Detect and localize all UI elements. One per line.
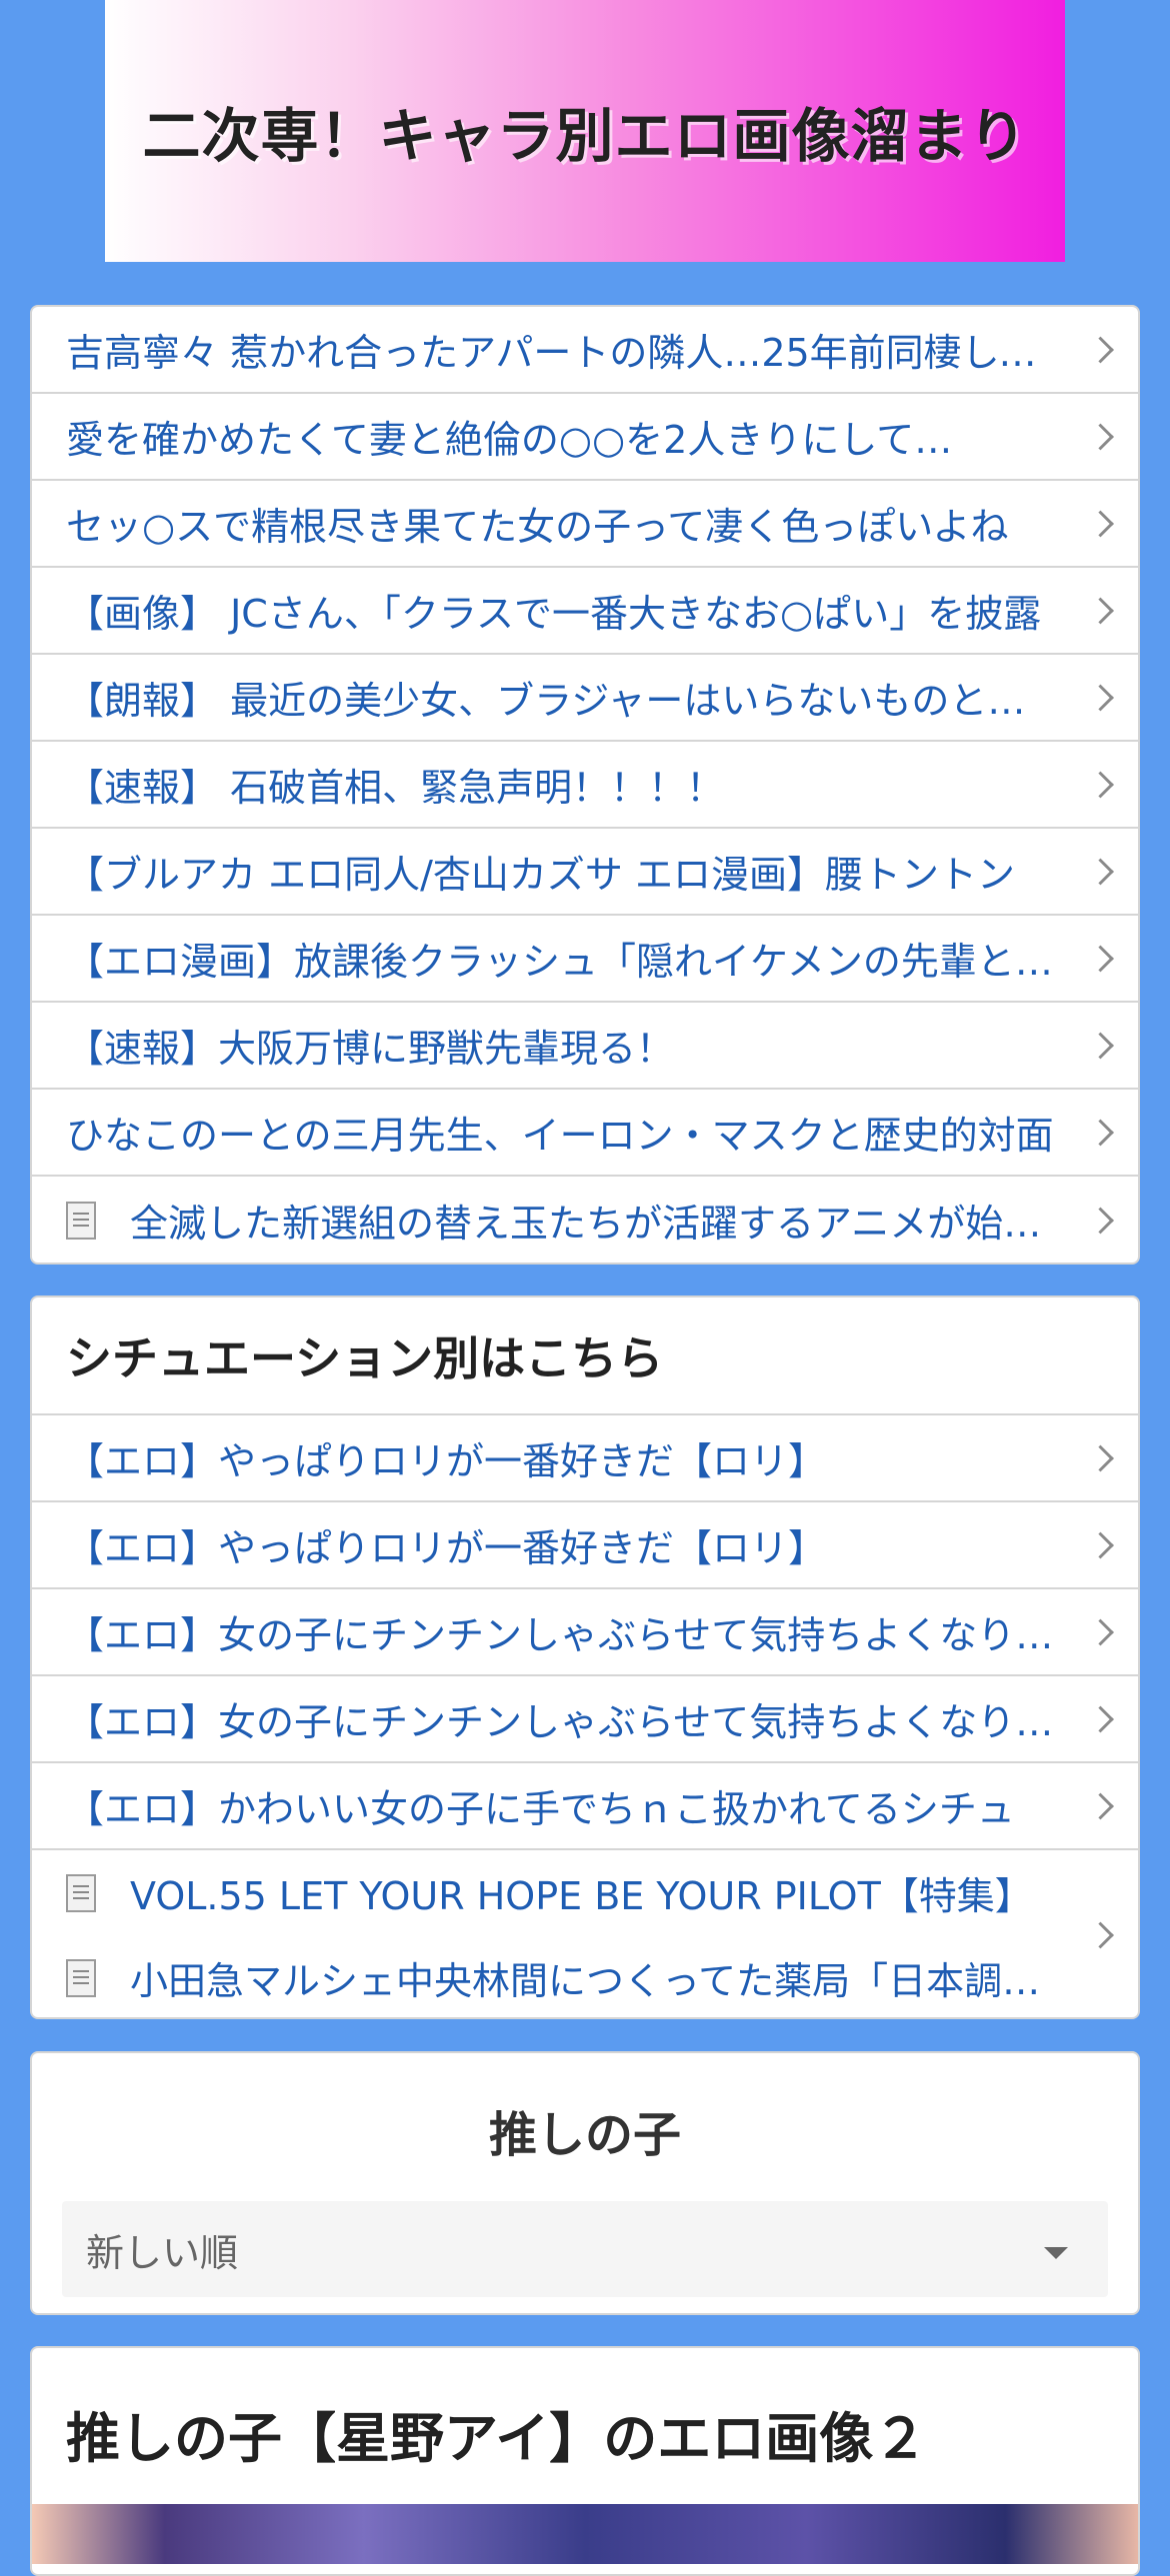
chevron-right-icon [1087, 1618, 1114, 1645]
chevron-right-icon [1087, 945, 1114, 972]
chevron-right-icon [1087, 858, 1114, 885]
list-item[interactable]: 【速報】大阪万博に野獣先輩現る！ [32, 1003, 1138, 1090]
document-icon [66, 1958, 96, 1997]
list-item[interactable]: 【画像】 JCさん、「クラスで一番大きなお○ぱい」を披露 [32, 568, 1138, 655]
article-card[interactable]: 推しの子【星野アイ】のエロ画像２ [30, 2346, 1140, 2576]
chevron-right-icon [1087, 1705, 1114, 1732]
sort-select-value: 新しい順 [86, 2230, 239, 2275]
list-item[interactable]: 【エロ】女の子にチンチンしゃぶらせて気持ちよくなりたい [32, 1589, 1138, 1676]
article-thumbnail[interactable] [32, 2504, 1138, 2564]
category-title: 推しの子 [488, 2107, 681, 2163]
chevron-right-icon [1087, 1792, 1114, 1819]
chevron-right-icon [1087, 1531, 1114, 1558]
list-item-group[interactable]: VOL.55 LET YOUR HOPE BE YOUR PILOT【特集】 小… [32, 1850, 1138, 2017]
article-title[interactable]: 推しの子【星野アイ】のエロ画像２ [32, 2348, 1138, 2473]
list-item[interactable]: 【速報】 石破首相、緊急声明！！！！ [32, 742, 1138, 829]
list-item[interactable]: 全滅した新選組の替え玉たちが活躍するアニメが始まる [32, 1177, 1138, 1263]
chevron-right-icon [1087, 684, 1114, 711]
site-banner[interactable]: 二次専！キャラ別エロ画像溜まり [105, 0, 1065, 262]
chevron-right-icon [1087, 336, 1114, 363]
section-heading: シチュエーション別はこちら [32, 1297, 1138, 1415]
chevron-right-icon [1087, 510, 1114, 537]
list-item[interactable]: ひなこのーとの三月先生、イーロン・マスクと歴史的対面 [32, 1090, 1138, 1177]
document-icon [66, 1201, 96, 1240]
list-item[interactable]: 【エロ】女の子にチンチンしゃぶらせて気持ちよくなりたい [32, 1676, 1138, 1763]
list-item[interactable]: 【エロ】かわいい女の子に手でちｎこ扱かれてるシチュ [32, 1763, 1138, 1850]
chevron-right-icon [1087, 1921, 1114, 1949]
chevron-right-icon [1087, 597, 1114, 624]
list-item[interactable]: セッ○スで精根尽き果てた女の子って凄く色っぽいよね [32, 481, 1138, 568]
situation-card: シチュエーション別はこちら 【エロ】やっぱりロリが一番好きだ【ロリ】 【エロ】や… [30, 1295, 1140, 2019]
chevron-right-icon [1087, 1444, 1114, 1471]
list-item[interactable]: 【エロ】やっぱりロリが一番好きだ【ロリ】 [32, 1502, 1138, 1589]
category-card: 推しの子 新しい順 [30, 2051, 1140, 2315]
list-item[interactable]: 【ブルアカ エロ同人/杏山カズサ エロ漫画】腰トントン [32, 829, 1138, 916]
caret-down-icon [1044, 2247, 1068, 2259]
list-item[interactable]: 吉高寧々 惹かれ合ったアパートの隣人…25年前同棲していた男と密会を重ねる夫婦… [32, 307, 1138, 394]
chevron-right-icon [1087, 1032, 1114, 1059]
chevron-right-icon [1087, 1119, 1114, 1146]
list-item[interactable]: 愛を確かめたくて妻と絶倫の○○を2人きりにして… [32, 394, 1138, 481]
top-links-card: 吉高寧々 惹かれ合ったアパートの隣人…25年前同棲していた男と密会を重ねる夫婦…… [30, 305, 1140, 1265]
document-icon [66, 1873, 96, 1912]
chevron-right-icon [1087, 423, 1114, 450]
chevron-right-icon [1087, 1207, 1114, 1234]
site-title: 二次専！キャラ別エロ画像溜まり [142, 102, 1028, 170]
sort-select[interactable]: 新しい順 [62, 2201, 1108, 2297]
list-item[interactable]: 【エロ漫画】放課後クラッシュ「隠れイケメンの先輩と… [32, 916, 1138, 1003]
list-item[interactable]: 【エロ】やっぱりロリが一番好きだ【ロリ】 [32, 1415, 1138, 1502]
list-item[interactable]: 【朗報】 最近の美少女、ブラジャーはいらないものと判明 [32, 655, 1138, 742]
chevron-right-icon [1087, 771, 1114, 798]
